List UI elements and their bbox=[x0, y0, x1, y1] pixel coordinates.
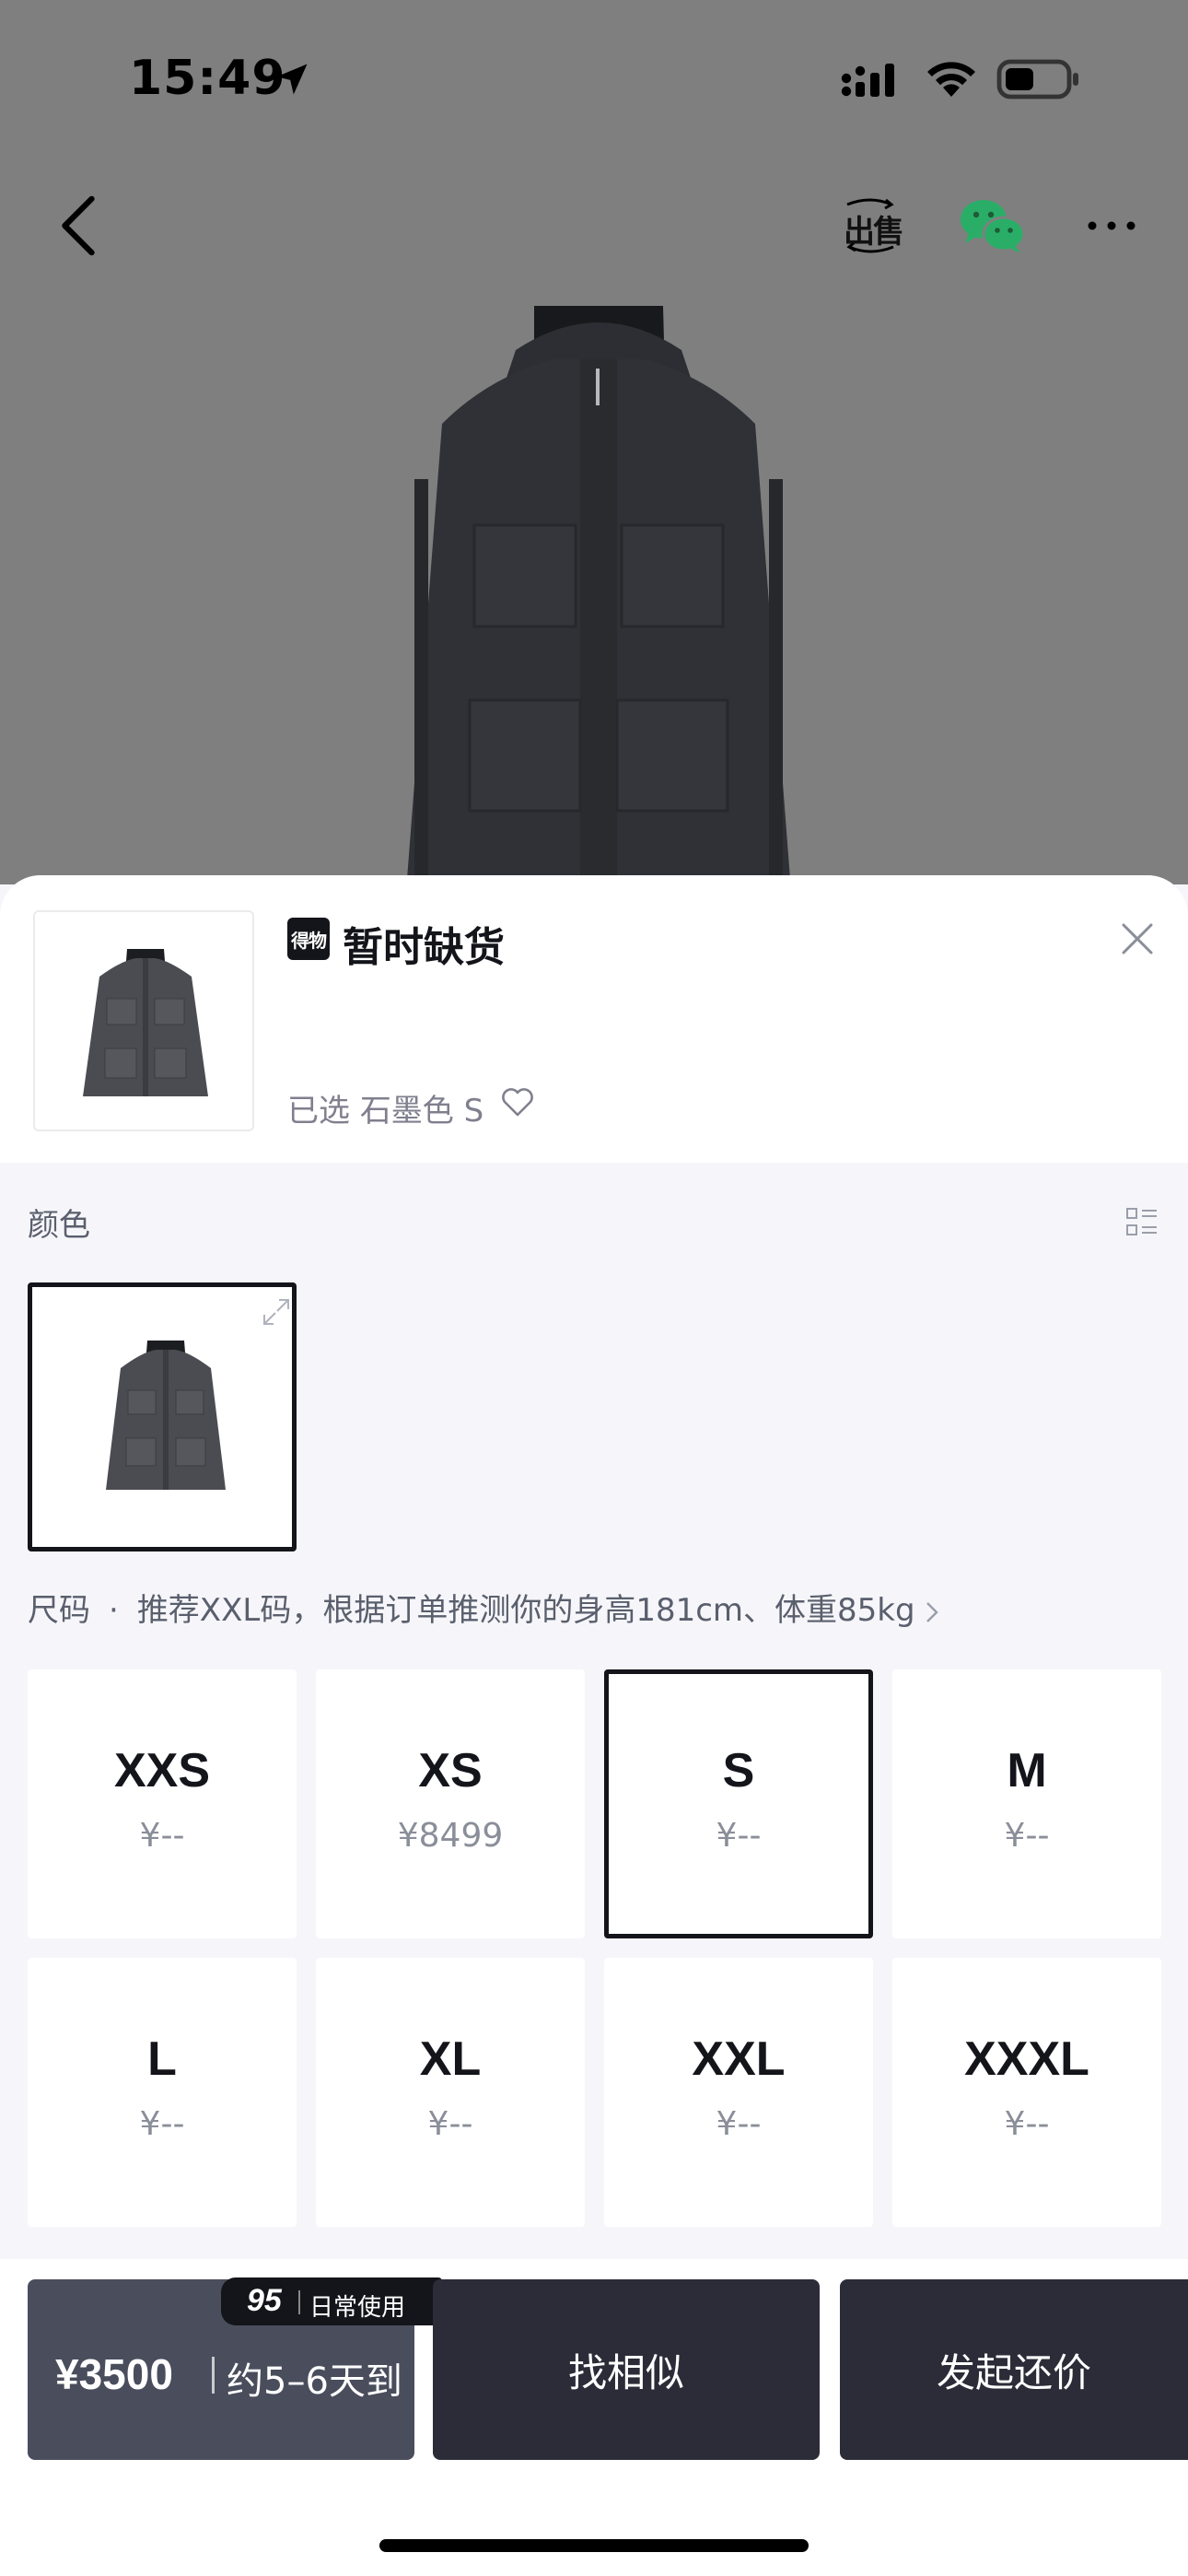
size-name: XL bbox=[419, 2032, 482, 2086]
favorite-heart-icon[interactable] bbox=[499, 1085, 536, 1118]
badge-divider bbox=[298, 2290, 300, 2314]
size-name: S bbox=[722, 1744, 755, 1797]
size-option-xxxl[interactable]: XXXL ¥-- bbox=[892, 1958, 1161, 2227]
sheet-header: 得物 暂时缺货 已选 石墨色 S bbox=[0, 875, 1188, 1163]
size-name: XXS bbox=[113, 1744, 211, 1797]
brand-logo: 得物 bbox=[287, 918, 330, 960]
selected-prefix: 已选 bbox=[287, 1093, 350, 1130]
wechat-share-icon[interactable] bbox=[958, 195, 1028, 256]
size-price: ¥-- bbox=[1004, 2105, 1050, 2143]
location-arrow-icon bbox=[276, 64, 308, 95]
selected-variant-summary: 已选 石墨色 S bbox=[287, 1085, 483, 1130]
selected-color: 石墨色 bbox=[359, 1093, 454, 1130]
size-section-label: 尺码 bbox=[28, 1592, 90, 1629]
back-chevron-icon[interactable] bbox=[55, 193, 99, 258]
wifi-icon bbox=[927, 62, 975, 97]
cellular-signal-icon bbox=[841, 64, 894, 97]
size-price: ¥-- bbox=[1004, 1817, 1050, 1855]
size-price: ¥-- bbox=[139, 2105, 185, 2143]
make-offer-button[interactable]: 发起还价 bbox=[840, 2279, 1188, 2460]
size-option-m[interactable]: M ¥-- bbox=[892, 1669, 1161, 1938]
sell-button[interactable]: 出售 bbox=[838, 193, 904, 258]
graphite-jacket-image bbox=[106, 1341, 226, 1490]
size-name: XXL bbox=[692, 2032, 786, 2086]
color-section-label: 颜色 bbox=[28, 1207, 90, 1244]
size-name: M bbox=[1007, 1744, 1047, 1797]
condition-badge: 95 日常使用 bbox=[221, 2277, 442, 2325]
delivery-estimate: 约5–6天到 bbox=[227, 2360, 402, 2403]
more-options-icon[interactable] bbox=[1085, 207, 1138, 244]
product-image-backdrop: 15:49 出售 bbox=[0, 0, 1188, 884]
buy-price: ¥3500 bbox=[55, 2350, 173, 2398]
condition-badge-text: 日常使用 bbox=[309, 2294, 406, 2322]
find-similar-button[interactable]: 找相似 bbox=[433, 2279, 820, 2460]
action-bar: ¥3500 约5–6天到 95 日常使用 找相似 发起还价 bbox=[0, 2259, 1188, 2576]
size-option-xxl[interactable]: XXL ¥-- bbox=[604, 1958, 873, 2227]
home-indicator bbox=[379, 2539, 809, 2552]
size-selection-sheet: 得物 暂时缺货 已选 石墨色 S 颜色 尺码 · 推荐XXL码，根据订单推测你的… bbox=[0, 875, 1188, 2576]
list-view-toggle-icon[interactable] bbox=[1125, 1207, 1159, 1238]
sell-label: 出售 bbox=[844, 214, 904, 251]
size-price: ¥8499 bbox=[397, 1817, 504, 1855]
size-name: L bbox=[147, 2032, 177, 2086]
size-name: XXXL bbox=[964, 2032, 1089, 2086]
size-option-l[interactable]: L ¥-- bbox=[28, 1958, 297, 2227]
size-option-xs[interactable]: XS ¥8499 bbox=[316, 1669, 585, 1938]
chevron-right-icon bbox=[926, 1601, 938, 1622]
buy-now-button[interactable]: ¥3500 约5–6天到 95 日常使用 bbox=[28, 2277, 442, 2460]
product-thumbnail[interactable] bbox=[33, 910, 254, 1131]
size-name: XS bbox=[418, 1744, 483, 1797]
size-price: ¥-- bbox=[716, 1817, 762, 1855]
size-hint-separator: · bbox=[109, 1592, 119, 1629]
battery-icon bbox=[996, 59, 1078, 100]
jacket-thumbnail-image bbox=[83, 949, 208, 1096]
size-option-xl[interactable]: XL ¥-- bbox=[316, 1958, 585, 2227]
size-option-s[interactable]: S ¥-- bbox=[604, 1669, 873, 1938]
status-bar: 15:49 bbox=[0, 0, 1188, 157]
buy-divider bbox=[212, 2357, 215, 2394]
size-price: ¥-- bbox=[427, 2105, 473, 2143]
size-recommendation-text: 推荐XXL码，根据订单推测你的身高181cm、体重85kg bbox=[136, 1592, 915, 1629]
selected-size: S bbox=[463, 1093, 484, 1130]
condition-badge-number: 95 bbox=[247, 2283, 282, 2318]
color-option-graphite[interactable] bbox=[28, 1282, 297, 1551]
size-recommendation[interactable]: 尺码 · 推荐XXL码，根据订单推测你的身高181cm、体重85kg bbox=[28, 1585, 941, 1630]
product-hero-image bbox=[406, 306, 791, 884]
size-price: ¥-- bbox=[716, 2105, 762, 2143]
size-price: ¥-- bbox=[139, 1817, 185, 1855]
expand-image-icon[interactable] bbox=[261, 1296, 292, 1328]
close-icon[interactable] bbox=[1114, 916, 1160, 962]
size-option-xxs[interactable]: XXS ¥-- bbox=[28, 1669, 297, 1938]
navigation-bar: 出售 bbox=[0, 175, 1188, 276]
status-time: 15:49 bbox=[129, 51, 286, 106]
stock-status-title: 暂时缺货 bbox=[343, 924, 505, 971]
